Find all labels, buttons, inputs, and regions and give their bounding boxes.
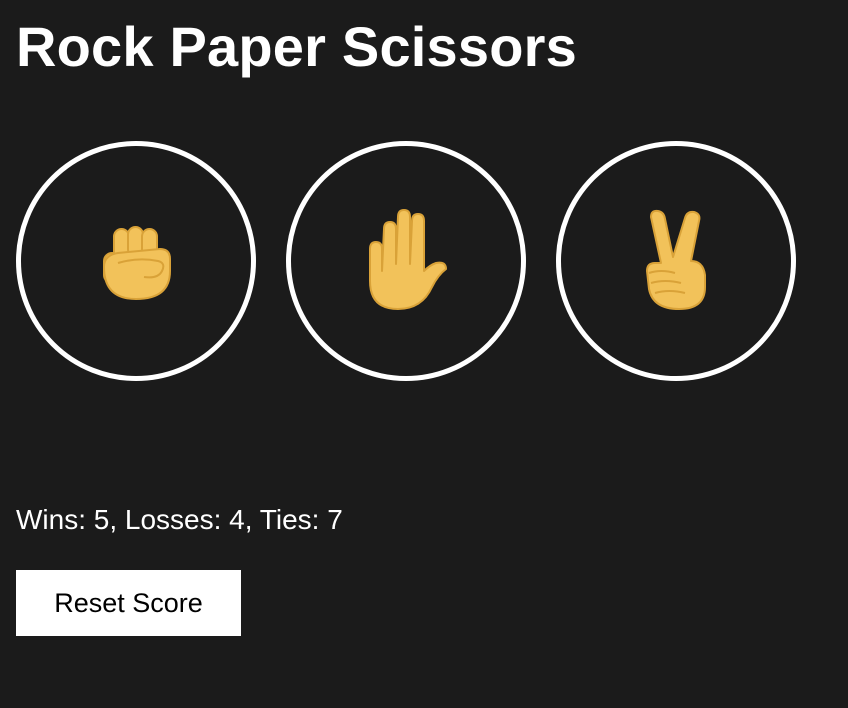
choice-buttons [16,141,796,381]
page-title: Rock Paper Scissors [16,15,577,78]
raised-fist-icon [103,226,171,300]
scissors-button[interactable] [556,141,796,381]
rock-button[interactable] [16,141,256,381]
raised-hand-icon [369,209,447,310]
victory-hand-icon [646,209,706,310]
score-text: Wins: 5, Losses: 4, Ties: 7 [16,504,343,535]
reset-score-button[interactable]: Reset Score [16,570,241,636]
paper-button[interactable] [286,141,526,381]
